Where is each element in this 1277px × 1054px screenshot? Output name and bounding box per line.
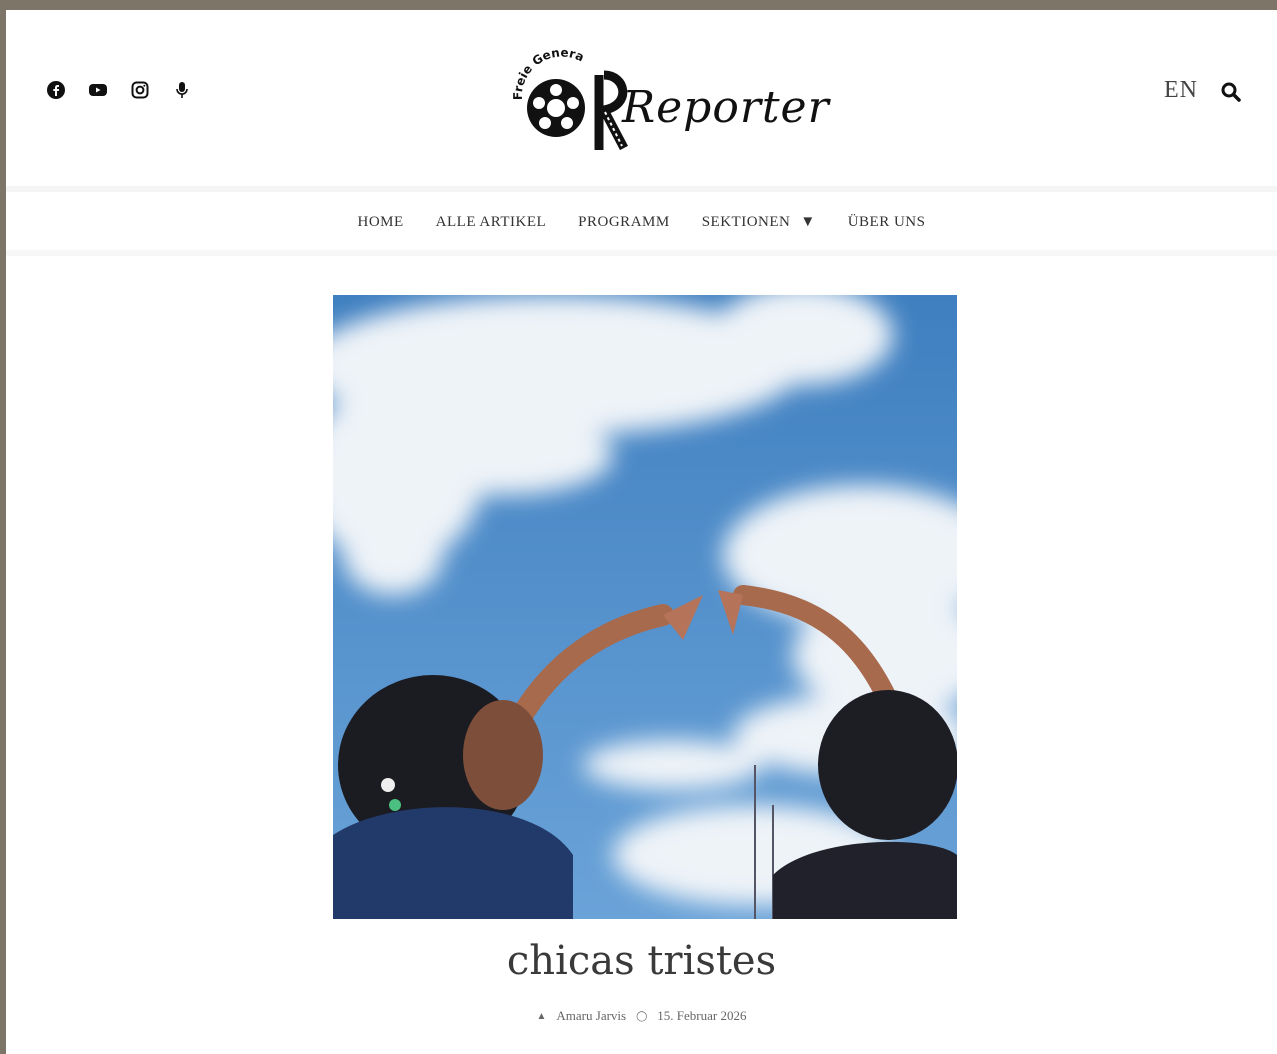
nav-item-home[interactable]: HOME (358, 214, 404, 231)
logo-wordmark: Reporter (622, 82, 830, 133)
article-meta: ▲ Amaru Jarvis ◯ 15. Februar 2026 (6, 1008, 1277, 1024)
nav-item-alle-artikel[interactable]: ALLE ARTIKEL (436, 214, 547, 231)
clock-icon: ◯ (636, 1010, 648, 1022)
nav-item-sektionen[interactable]: SEKTIONEN ▼ (702, 214, 816, 231)
search-icon[interactable] (1220, 81, 1242, 103)
nav-item-ueber-uns[interactable]: ÜBER UNS (848, 214, 926, 231)
article-author[interactable]: Amaru Jarvis (556, 1008, 626, 1024)
chevron-down-icon: ▼ (800, 214, 816, 230)
social-links (46, 80, 192, 100)
facebook-icon[interactable] (46, 80, 66, 100)
nav-item-programm[interactable]: PROGRAMM (578, 214, 670, 231)
youtube-icon[interactable] (88, 80, 108, 100)
instagram-icon[interactable] (130, 80, 150, 100)
site-logo[interactable]: Freie Generation Reporter (504, 40, 829, 150)
article-date: 15. Februar 2026 (657, 1008, 747, 1023)
microphone-icon[interactable] (172, 80, 192, 100)
article-hero-image[interactable] (333, 295, 957, 919)
language-switch[interactable]: EN (1164, 77, 1198, 104)
film-reel-logo-icon: Freie Generation (504, 40, 628, 150)
page: Freie Generation Reporter EN HOME ALLE A… (6, 10, 1277, 1054)
nav-item-sektionen-label: SEKTIONEN (701, 214, 791, 230)
author-icon: ▲ (536, 1010, 547, 1022)
main-navigation: HOME ALLE ARTIKEL PROGRAMM SEKTIONEN ▼ Ü… (6, 186, 1277, 256)
article-title[interactable]: chicas tristes (6, 938, 1277, 984)
